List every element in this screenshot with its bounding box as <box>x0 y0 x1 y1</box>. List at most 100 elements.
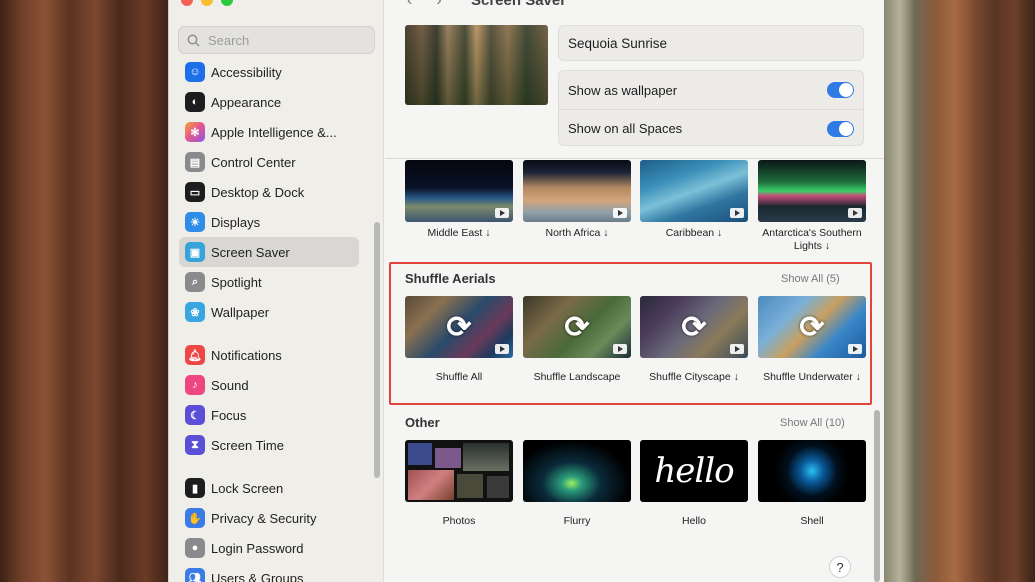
shell-label: Shell <box>800 515 824 527</box>
zoom-button[interactable] <box>221 0 233 6</box>
spotlight-icon: ⌕ <box>185 272 205 292</box>
desktop-dock-icon: ▭ <box>185 182 205 202</box>
shuffle-show-all-link[interactable]: Show All (5) <box>781 273 840 285</box>
photo-tile <box>408 443 432 465</box>
sidebar-item-screen-time[interactable]: ⧗ Screen Time <box>179 430 359 460</box>
play-icon <box>730 208 744 218</box>
shuffle-landscape-label: Shuffle Landscape <box>533 371 621 383</box>
lock-screen-icon: ▮ <box>185 478 205 498</box>
window-controls <box>181 0 233 6</box>
play-icon <box>730 344 744 354</box>
help-button[interactable]: ? <box>829 556 851 578</box>
hello-thumbnail[interactable]: hello <box>640 440 748 502</box>
caribbean-label: Caribbean ↓ <box>665 227 723 239</box>
login-password-icon: ● <box>185 538 205 558</box>
play-icon <box>495 208 509 218</box>
show-as-wallpaper-label: Show as wallpaper <box>568 82 678 98</box>
sidebar-item-displays[interactable]: ☀ Displays <box>179 207 359 237</box>
sidebar-item-privacy-security[interactable]: ✋ Privacy & Security <box>179 503 359 533</box>
search-icon <box>187 34 200 47</box>
sidebar-scrollbar[interactable] <box>374 222 380 478</box>
middle-east-thumbnail[interactable] <box>405 160 513 222</box>
shuffle-icon: ⟳ <box>446 311 472 344</box>
photo-tile <box>408 470 454 500</box>
sidebar-item-users-groups[interactable]: 👥︎ Users & Groups <box>179 563 359 582</box>
middle-east-label: Middle East ↓ <box>427 227 491 239</box>
shuffle-all-thumbnail[interactable]: ⟳ <box>405 296 513 358</box>
sidebar-item-appearance[interactable]: ◐ Appearance <box>179 87 359 117</box>
system-settings-window: Search ☺ Accessibility ◐ Appearance ✻ Ap… <box>168 0 884 582</box>
antarctica-thumbnail[interactable] <box>758 160 866 222</box>
sidebar-item-screen-saver[interactable]: ▣ Screen Saver <box>179 237 359 267</box>
sidebar-item-notifications[interactable]: 🔔︎ Notifications <box>179 340 359 370</box>
shuffle-icon: ⟳ <box>799 311 825 344</box>
photo-tile <box>435 448 461 468</box>
flurry-thumbnail[interactable] <box>523 440 631 502</box>
close-button[interactable] <box>181 0 193 6</box>
sidebar-item-control-center[interactable]: ▤ Control Center <box>179 147 359 177</box>
shell-thumbnail[interactable] <box>758 440 866 502</box>
shuffle-landscape-thumbnail[interactable]: ⟳ <box>523 296 631 358</box>
photo-tile <box>487 476 509 498</box>
photo-tile <box>457 474 483 498</box>
play-icon <box>613 208 627 218</box>
sidebar-item-accessibility[interactable]: ☺ Accessibility <box>179 57 359 87</box>
main-pane: ‹ › Screen Saver Sequoia Sunrise Show as… <box>385 0 884 582</box>
search-field[interactable]: Search <box>178 26 375 54</box>
accessibility-icon: ☺ <box>185 62 205 82</box>
shuffle-all-label: Shuffle All <box>435 371 483 383</box>
sound-icon: ♪ <box>185 375 205 395</box>
sidebar-item-spotlight[interactable]: ⌕ Spotlight <box>179 267 359 297</box>
users-groups-icon: 👥︎ <box>185 568 205 582</box>
sidebar-item-wallpaper[interactable]: ❀ Wallpaper <box>179 297 359 327</box>
displays-icon: ☀ <box>185 212 205 232</box>
window-title: Screen Saver <box>471 0 567 9</box>
other-title: Other <box>405 415 440 430</box>
wallpaper-icon: ❀ <box>185 302 205 322</box>
show-as-wallpaper-row: Show as wallpaper <box>559 71 863 109</box>
search-placeholder: Search <box>208 32 250 48</box>
current-screensaver-preview <box>405 25 548 105</box>
caribbean-thumbnail[interactable] <box>640 160 748 222</box>
north-africa-thumbnail[interactable] <box>523 160 631 222</box>
flurry-label: Flurry <box>563 515 591 527</box>
play-icon <box>848 344 862 354</box>
other-show-all-link[interactable]: Show All (10) <box>780 417 845 429</box>
nav-arrows: ‹ › <box>407 0 442 10</box>
back-icon[interactable]: ‹ <box>407 0 412 10</box>
sidebar-item-sound[interactable]: ♪ Sound <box>179 370 359 400</box>
sidebar-item-apple-intelligence[interactable]: ✻ Apple Intelligence &... <box>179 117 359 147</box>
play-icon <box>495 344 509 354</box>
show-as-wallpaper-toggle[interactable] <box>827 82 854 98</box>
current-screensaver-name: Sequoia Sunrise <box>558 25 864 61</box>
forward-icon[interactable]: › <box>436 0 441 10</box>
sidebar: Search ☺ Accessibility ◐ Appearance ✻ Ap… <box>169 0 384 582</box>
hello-label: Hello <box>682 515 706 527</box>
sidebar-item-lock-screen[interactable]: ▮ Lock Screen <box>179 473 359 503</box>
screen-saver-icon: ▣ <box>185 242 205 262</box>
shuffle-underwater-thumbnail[interactable]: ⟳ <box>758 296 866 358</box>
sidebar-item-login-password[interactable]: ● Login Password <box>179 533 359 563</box>
screen-time-icon: ⧗ <box>185 435 205 455</box>
show-on-all-spaces-toggle[interactable] <box>827 120 854 137</box>
photos-label: Photos <box>442 515 476 527</box>
show-on-all-spaces-label: Show on all Spaces <box>568 121 683 136</box>
shuffle-icon: ⟳ <box>681 311 707 344</box>
screensaver-options: Show as wallpaper Show on all Spaces <box>558 70 864 146</box>
antarctica-label: Antarctica's Southern Lights ↓ <box>762 227 862 252</box>
shuffle-icon: ⟳ <box>564 311 590 344</box>
play-icon <box>613 344 627 354</box>
minimize-button[interactable] <box>201 0 213 6</box>
appearance-icon: ◐ <box>185 92 205 112</box>
sidebar-item-focus[interactable]: ☾ Focus <box>179 400 359 430</box>
apple-intelligence-icon: ✻ <box>185 122 205 142</box>
shuffle-cityscape-thumbnail[interactable]: ⟳ <box>640 296 748 358</box>
privacy-icon: ✋ <box>185 508 205 528</box>
main-scrollbar[interactable] <box>874 410 880 582</box>
header-divider <box>385 158 884 159</box>
shuffle-cityscape-label: Shuffle Cityscape ↓ <box>649 371 739 383</box>
north-africa-label: North Africa ↓ <box>545 227 609 239</box>
photos-thumbnail[interactable] <box>405 440 513 502</box>
photo-tile <box>463 443 509 471</box>
sidebar-item-desktop-dock[interactable]: ▭ Desktop & Dock <box>179 177 359 207</box>
